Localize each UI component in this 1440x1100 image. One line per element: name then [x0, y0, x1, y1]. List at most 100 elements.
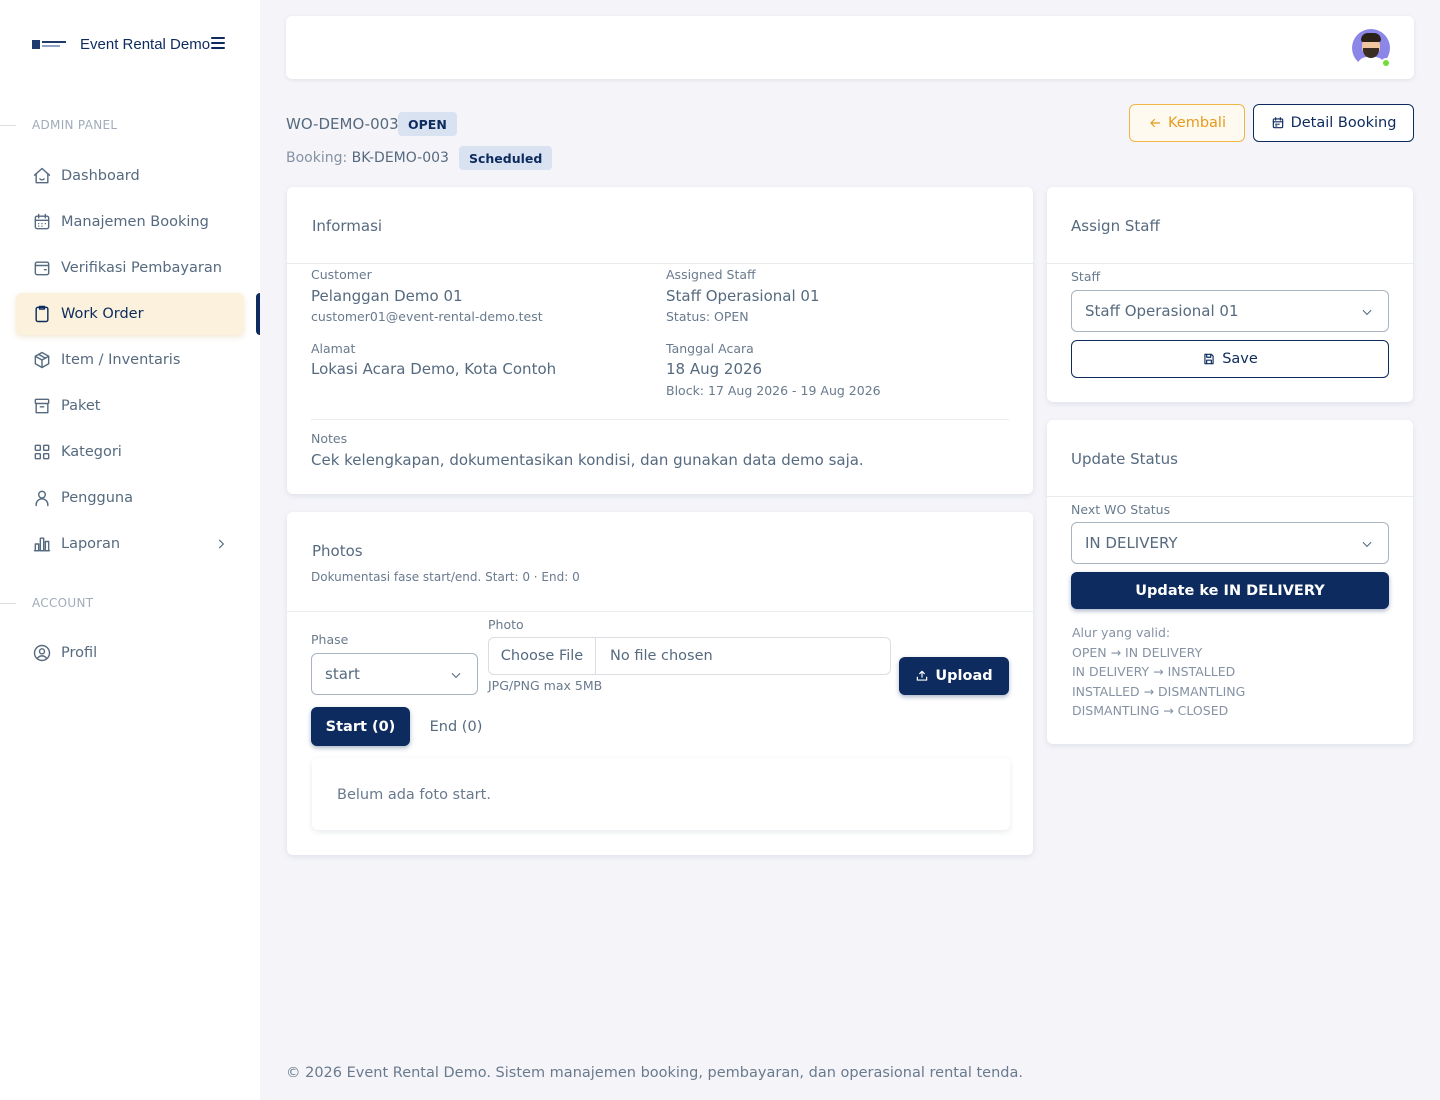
sidebar: Event Rental Demo ADMIN PANEL Dashboard … — [0, 0, 260, 1100]
sidebar-item-label: Dashboard — [61, 168, 140, 184]
arrow-left-icon — [1150, 118, 1161, 128]
sidebar-item-label: Verifikasi Pembayaran — [61, 260, 222, 276]
assign-staff-card: Assign Staff Staff Staff Operasional 01 … — [1047, 187, 1413, 402]
card-title: Assign Staff — [1071, 217, 1160, 235]
detail-booking-button[interactable]: Detail Booking — [1253, 104, 1414, 142]
phase-label: Phase — [311, 632, 349, 647]
user-circle-icon — [32, 643, 52, 663]
brand-name: Event Rental Demo — [80, 35, 211, 53]
notes-label: Notes — [311, 431, 348, 446]
upload-icon — [917, 670, 928, 681]
sidebar-item-label: Work Order — [61, 306, 144, 322]
flow-step: INSTALLED → DISMANTLING — [1072, 684, 1246, 699]
flow-step: IN DELIVERY → INSTALLED — [1072, 664, 1236, 679]
menu-toggle-icon[interactable] — [211, 37, 225, 49]
booking-code[interactable]: BK-DEMO-003 — [352, 150, 449, 166]
calendar-icon — [1272, 117, 1283, 129]
card-title: Photos — [312, 542, 363, 560]
event-date-label: Tanggal Acara — [666, 341, 754, 356]
sidebar-item-pengguna[interactable]: Pengguna — [16, 477, 244, 519]
informasi-card: Informasi Customer Pelanggan Demo 01 cus… — [287, 187, 1033, 494]
top-navbar — [286, 16, 1414, 79]
photo-label: Photo — [488, 617, 524, 632]
chevron-down-icon — [1360, 537, 1374, 551]
customer-email: customer01@event-rental-demo.test — [311, 309, 543, 324]
chevron-down-icon — [449, 668, 463, 682]
sidebar-item-label: Laporan — [61, 536, 121, 552]
work-order-code: WO-DEMO-003 — [286, 115, 399, 133]
address-value: Lokasi Acara Demo, Kota Contoh — [311, 360, 557, 378]
update-status-button[interactable]: Update ke IN DELIVERY — [1071, 572, 1389, 609]
staff-select[interactable]: Staff Operasional 01 — [1071, 290, 1389, 332]
clipboard-icon — [32, 304, 52, 324]
user-icon — [32, 488, 52, 508]
choose-file-button[interactable]: Choose File — [489, 638, 596, 674]
tab-end[interactable]: End (0) — [420, 707, 492, 746]
customer-name: Pelanggan Demo 01 — [311, 287, 463, 305]
sidebar-item-laporan[interactable]: Laporan — [16, 523, 244, 565]
file-name: No file chosen — [610, 648, 713, 664]
assigned-staff-label: Assigned Staff — [666, 267, 756, 282]
assigned-staff-name: Staff Operasional 01 — [666, 287, 820, 305]
next-status-select[interactable]: IN DELIVERY — [1071, 522, 1389, 564]
booking-reference: Booking: BK-DEMO-003 — [286, 150, 449, 166]
sidebar-item-work-order[interactable]: Work Order — [16, 293, 244, 335]
address-label: Alamat — [311, 341, 356, 356]
archive-icon — [32, 396, 52, 416]
sidebar-item-label: Manajemen Booking — [61, 214, 209, 230]
customer-label: Customer — [311, 267, 372, 282]
phase-select[interactable]: start — [311, 653, 478, 695]
card-title: Update Status — [1071, 450, 1178, 468]
flow-step: DISMANTLING → CLOSED — [1072, 703, 1229, 718]
chevron-right-icon — [214, 537, 228, 551]
photos-empty-state: Belum ada foto start. — [312, 758, 1010, 830]
staff-label: Staff — [1071, 269, 1101, 284]
wo-status-badge: OPEN — [398, 112, 457, 136]
notes-value: Cek kelengkapan, dokumentasikan kondisi,… — [311, 451, 864, 469]
event-date: 18 Aug 2026 — [666, 360, 763, 378]
block-range: Block: 17 Aug 2026 - 19 Aug 2026 — [666, 383, 881, 398]
sidebar-item-label: Profil — [61, 645, 98, 661]
booking-status-badge: Scheduled — [459, 146, 553, 170]
brand[interactable]: Event Rental Demo — [32, 34, 210, 54]
active-indicator — [256, 293, 260, 335]
sidebar-item-label: Paket — [61, 398, 101, 414]
sidebar-item-inventaris[interactable]: Item / Inventaris — [16, 339, 244, 381]
photos-subtitle: Dokumentasi fase start/end. Start: 0 · E… — [311, 570, 580, 584]
grid-icon — [32, 442, 52, 462]
next-status-label: Next WO Status — [1071, 502, 1171, 517]
flow-step: OPEN → IN DELIVERY — [1072, 645, 1203, 660]
online-status-dot — [1381, 58, 1391, 68]
sidebar-item-manajemen-booking[interactable]: Manajemen Booking — [16, 201, 244, 243]
sidebar-item-dashboard[interactable]: Dashboard — [16, 155, 244, 197]
menu-header-account: ACCOUNT — [0, 595, 260, 611]
sidebar-item-verifikasi-pembayaran[interactable]: Verifikasi Pembayaran — [16, 247, 244, 289]
photo-file-input[interactable]: Choose File No file chosen — [488, 637, 891, 675]
brand-logo — [32, 38, 68, 50]
home-icon — [32, 166, 52, 186]
footer-text: © 2026 Event Rental Demo. Sistem manajem… — [286, 1065, 1023, 1081]
assigned-staff-status: Status: OPEN — [666, 309, 749, 324]
sidebar-item-profil[interactable]: Profil — [16, 632, 244, 674]
sidebar-item-label: Pengguna — [61, 490, 134, 506]
save-button[interactable]: Save — [1071, 340, 1389, 378]
calendar-icon — [32, 212, 52, 232]
box-icon — [32, 350, 52, 370]
back-button[interactable]: Kembali — [1129, 104, 1245, 142]
sidebar-item-paket[interactable]: Paket — [16, 385, 244, 427]
save-icon — [1204, 353, 1214, 365]
card-title: Informasi — [312, 217, 383, 235]
sidebar-item-label: Kategori — [61, 444, 122, 460]
flow-title: Alur yang valid: — [1072, 625, 1171, 640]
upload-button[interactable]: Upload — [899, 657, 1009, 695]
avatar[interactable] — [1352, 29, 1391, 68]
photos-card: Photos Dokumentasi fase start/end. Start… — [287, 512, 1033, 855]
photo-hint: JPG/PNG max 5MB — [488, 678, 603, 693]
menu-header-admin: ADMIN PANEL — [0, 117, 260, 133]
tab-start[interactable]: Start (0) — [311, 707, 410, 746]
chart-icon — [32, 534, 52, 554]
sidebar-item-kategori[interactable]: Kategori — [16, 431, 244, 473]
wallet-icon — [32, 258, 52, 278]
chevron-down-icon — [1360, 305, 1374, 319]
sidebar-item-label: Item / Inventaris — [61, 352, 181, 368]
